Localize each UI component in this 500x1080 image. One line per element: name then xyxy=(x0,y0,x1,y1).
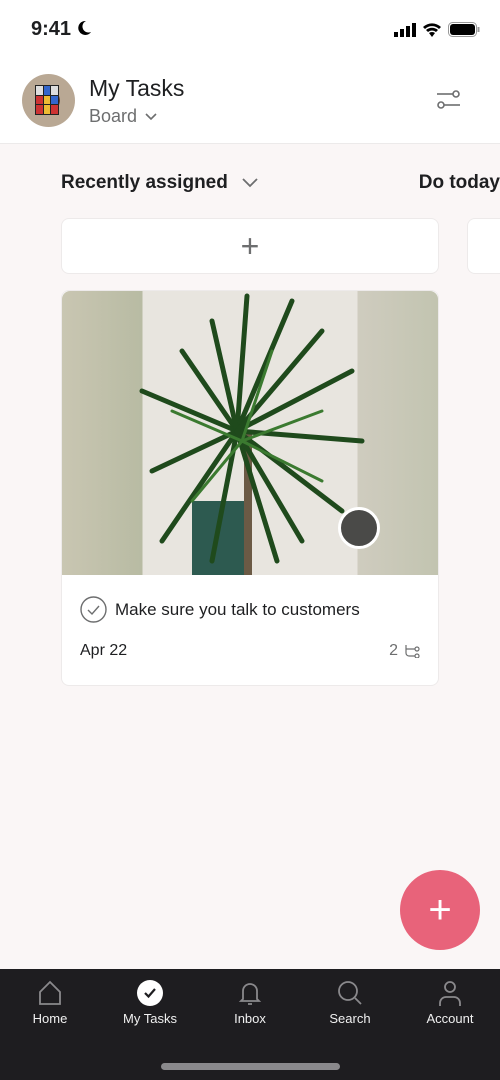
clock: 9:41 xyxy=(31,18,72,40)
search-icon xyxy=(338,981,362,1005)
complete-checkbox-icon[interactable] xyxy=(80,596,107,623)
add-fab-button[interactable]: + xyxy=(400,870,480,950)
due-date: Apr 22 xyxy=(80,642,128,659)
status-bar: 9:41 xyxy=(0,0,500,60)
rubiks-cube-photo xyxy=(35,85,59,115)
tab-home[interactable]: Home xyxy=(0,979,100,1026)
view-label: Board xyxy=(89,106,138,126)
tab-bar: Home My Tasks Inbox Search Account xyxy=(0,969,500,1080)
tab-my-tasks[interactable]: My Tasks xyxy=(100,979,200,1026)
tab-label: Account xyxy=(426,1011,474,1026)
bell-icon xyxy=(238,983,262,1005)
task-cover-image xyxy=(62,291,438,575)
task-name: Make sure you talk to customers xyxy=(115,599,360,619)
home-indicator[interactable] xyxy=(161,1063,340,1070)
chevron-down-icon xyxy=(145,112,157,120)
subtask-count[interactable]: 2 xyxy=(389,642,420,660)
tab-search[interactable]: Search xyxy=(300,979,400,1026)
tab-label: Search xyxy=(329,1011,371,1026)
signal-icon xyxy=(394,22,416,37)
header: My Tasks Board xyxy=(0,60,500,144)
filter-icon[interactable] xyxy=(436,90,462,110)
task-card[interactable]: Make sure you talk to customers Apr 22 2 xyxy=(61,290,439,686)
plant-image xyxy=(139,293,365,575)
wifi-icon xyxy=(423,23,441,37)
cover-drag-handle[interactable] xyxy=(338,507,380,549)
column-header-do-today[interactable]: Do today xyxy=(419,172,500,194)
page-title: My Tasks xyxy=(89,75,185,101)
plus-icon: + xyxy=(240,227,260,264)
plus-icon: + xyxy=(428,887,452,932)
avatar[interactable] xyxy=(22,74,75,127)
view-switcher[interactable]: Board xyxy=(89,106,157,127)
tab-label: Inbox xyxy=(234,1011,266,1026)
task-row[interactable]: Make sure you talk to customers xyxy=(80,596,360,623)
tab-account[interactable]: Account xyxy=(400,979,500,1026)
home-icon xyxy=(39,980,61,1005)
person-icon xyxy=(439,981,461,1006)
add-task-button[interactable]: + xyxy=(61,218,439,274)
check-circle-icon xyxy=(137,980,163,1006)
add-task-button-column-2[interactable] xyxy=(467,218,500,274)
subtask-count-value: 2 xyxy=(389,642,398,659)
tab-label: My Tasks xyxy=(123,1011,177,1026)
column-title: Recently assigned xyxy=(61,172,228,193)
subtask-icon xyxy=(405,645,420,658)
tab-label: Home xyxy=(32,1011,68,1026)
chevron-down-icon xyxy=(242,178,258,188)
tab-inbox[interactable]: Inbox xyxy=(200,979,300,1026)
moon-icon xyxy=(78,20,91,35)
column-header-recently-assigned[interactable]: Recently assigned xyxy=(61,172,258,194)
battery-icon xyxy=(448,22,480,37)
